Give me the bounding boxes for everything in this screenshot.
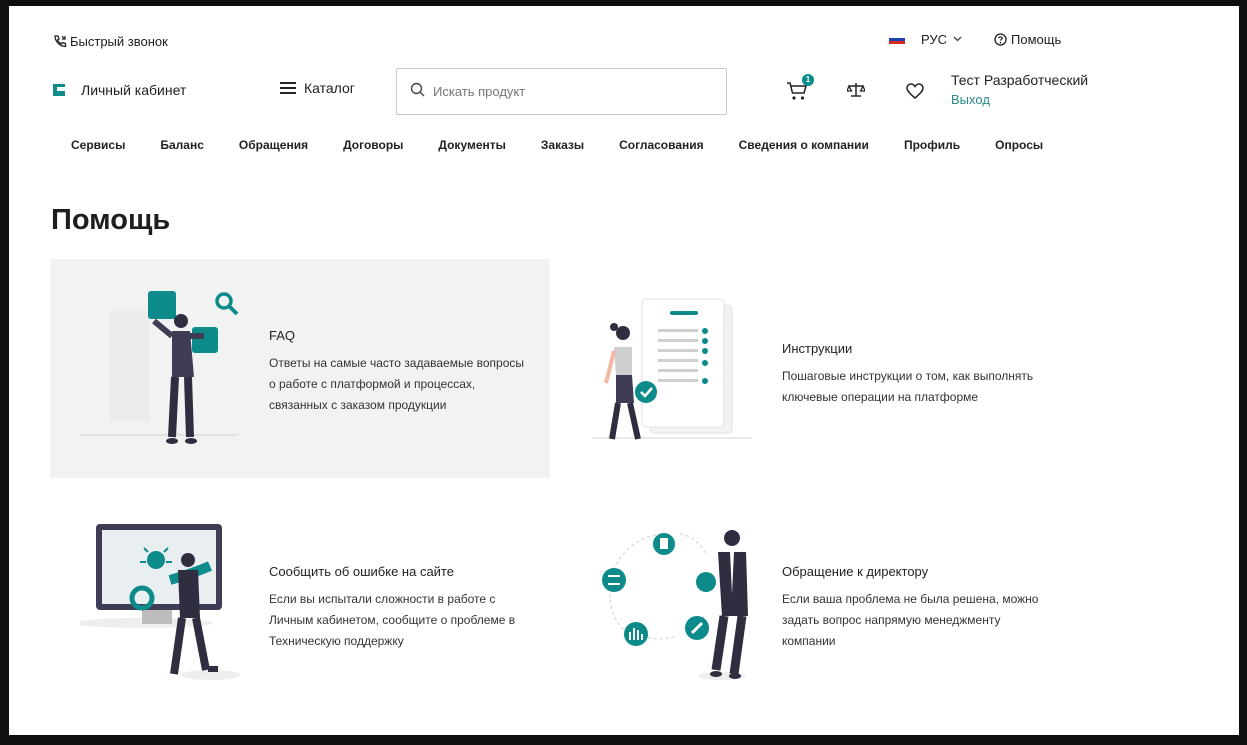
cart-count-badge: 1 xyxy=(802,74,814,86)
faq-description: Ответы на самые часто задаваемые вопросы… xyxy=(269,356,524,412)
nav-item-orders[interactable]: Заказы xyxy=(541,138,584,152)
faq-illustration xyxy=(80,281,250,456)
logout-link[interactable]: Выход xyxy=(951,92,1088,107)
nav-item-approvals[interactable]: Согласования xyxy=(619,138,704,152)
nav-item-services[interactable]: Сервисы xyxy=(71,138,125,152)
callback-label: Быстрый звонок xyxy=(70,33,168,49)
scales-icon xyxy=(846,83,866,102)
main-nav: Сервисы Баланс Обращения Договоры Докуме… xyxy=(71,138,1043,152)
catalog-label: Каталог xyxy=(304,80,355,96)
language-label: РУС xyxy=(921,32,948,47)
help-card-director[interactable]: Обращение к директору Если ваша проблема… xyxy=(582,506,1092,706)
compare-button[interactable] xyxy=(846,82,866,103)
instructions-description: Пошаговые инструкции о том, как выполнят… xyxy=(782,369,1034,404)
nav-item-documents[interactable]: Документы xyxy=(438,138,505,152)
header: Личный кабинет Каталог 1 xyxy=(9,66,1239,116)
report-error-description: Если вы испытали сложности в работе с Ли… xyxy=(269,592,516,648)
report-error-text: Сообщить об ошибке на сайте Если вы испы… xyxy=(269,564,544,652)
director-description: Если ваша проблема не была решена, можно… xyxy=(782,592,1039,648)
nav-item-profile[interactable]: Профиль xyxy=(904,138,960,152)
window-frame-right xyxy=(1239,0,1247,745)
russia-flag-icon xyxy=(889,34,905,45)
report-error-illustration xyxy=(73,520,250,695)
nav-item-contracts[interactable]: Договоры xyxy=(343,138,403,152)
help-card-report-error[interactable]: Сообщить об ошибке на сайте Если вы испы… xyxy=(50,506,550,706)
user-name: Тест Разработческий xyxy=(951,72,1089,88)
callback-link[interactable]: Быстрый звонок xyxy=(53,32,168,50)
director-illustration xyxy=(582,524,762,689)
page: Быстрый звонок РУС Помощь Личный кабинет… xyxy=(9,6,1239,735)
nav-item-balance[interactable]: Баланс xyxy=(160,138,204,152)
personal-cabinet-label: Личный кабинет xyxy=(81,82,187,98)
director-text: Обращение к директору Если ваша проблема… xyxy=(782,564,1082,652)
page-title: Помощь xyxy=(51,204,171,236)
logo-icon xyxy=(53,84,65,96)
window-frame-bottom xyxy=(0,735,1247,745)
search-box xyxy=(396,68,727,115)
search-input[interactable] xyxy=(433,84,693,99)
heart-icon xyxy=(906,83,924,103)
phone-icon xyxy=(53,34,67,48)
personal-cabinet-link[interactable]: Личный кабинет xyxy=(53,82,186,98)
window-frame-left xyxy=(0,0,9,745)
cart-icon xyxy=(786,82,810,106)
menu-icon xyxy=(280,82,296,94)
search-icon xyxy=(410,82,425,102)
nav-item-company-info[interactable]: Сведения о компании xyxy=(739,138,869,152)
instructions-illustration xyxy=(592,291,762,456)
instructions-text: Инструкции Пошаговые инструкции о том, к… xyxy=(782,341,1082,408)
language-select[interactable]: РУС xyxy=(921,32,962,47)
cart-button[interactable]: 1 xyxy=(786,74,814,102)
faq-text: FAQ Ответы на самые часто задаваемые воп… xyxy=(269,328,544,416)
help-card-faq[interactable]: FAQ Ответы на самые часто задаваемые воп… xyxy=(50,259,550,478)
favorites-button[interactable] xyxy=(906,83,924,104)
help-link[interactable]: Помощь xyxy=(994,32,1061,47)
nav-item-surveys[interactable]: Опросы xyxy=(995,138,1043,152)
faq-title: FAQ xyxy=(269,328,296,343)
report-error-title: Сообщить об ошибке на сайте xyxy=(269,564,454,579)
chevron-down-icon xyxy=(953,34,962,45)
question-circle-icon xyxy=(994,33,1007,46)
nav-item-requests[interactable]: Обращения xyxy=(239,138,308,152)
topbar-right: РУС Помощь xyxy=(889,32,1061,47)
help-label: Помощь xyxy=(1011,32,1062,47)
catalog-button[interactable]: Каталог xyxy=(280,80,355,96)
instructions-title: Инструкции xyxy=(782,341,853,356)
director-title: Обращение к директору xyxy=(782,564,929,579)
help-card-instructions[interactable]: Инструкции Пошаговые инструкции о том, к… xyxy=(592,259,1092,478)
user-menu: Тест Разработческий Выход xyxy=(951,72,1088,107)
